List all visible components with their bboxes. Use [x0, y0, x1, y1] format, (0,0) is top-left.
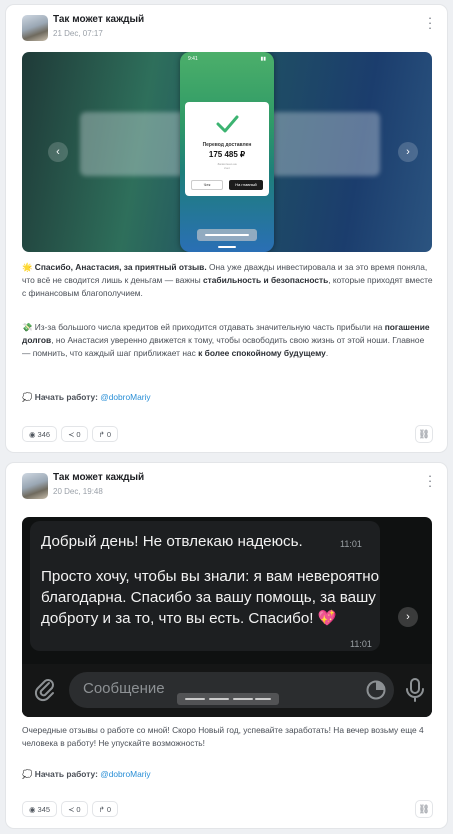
microphone-icon [406, 678, 424, 702]
shares-counter[interactable]: ≺ 0 [61, 426, 88, 442]
eye-icon: ◉ [29, 804, 36, 814]
post-paragraph: Очередные отзывы о работе со мной! Скоро… [22, 725, 424, 748]
start-work-label: Начать работу: [34, 392, 98, 402]
paragraph-bold: к более спокойному будущему [198, 348, 326, 358]
money-emoji: 💸 [22, 322, 33, 332]
post-stats: ◉ 346 ≺ 0 ↱ 0 [22, 426, 118, 442]
post-card: Так может каждый 21 Dec, 07:17 · · · 9:41 … [6, 5, 447, 452]
reposts-count: 0 [106, 804, 111, 814]
views-count: 345 [37, 804, 51, 814]
transfer-subtitle: Зачислено на счет [185, 162, 269, 170]
post-header: Так может каждый 21 Dec, 07:17 · · · [6, 5, 447, 49]
paragraph-bold: стабильность и безопасность [203, 275, 329, 285]
repost-icon: ↱ [98, 804, 105, 814]
post-paragraph: 🌟 Спасибо, Анастасия, за приятный отзыв.… [22, 261, 434, 300]
views-counter: ◉ 346 [22, 426, 58, 442]
post-stats: ◉ 345 ≺ 0 ↱ 0 [22, 801, 118, 817]
channel-avatar[interactable] [22, 15, 48, 41]
chat-message: Добрый день! Не отвлекаю надеюсь. [41, 533, 303, 550]
post-card: Так может каждый 20 Dec, 19:48 · · · Добры… [6, 463, 447, 828]
next-image-button[interactable]: › [398, 142, 418, 162]
post-header: Так может каждый 20 Dec, 19:48 · · · [6, 463, 447, 507]
post-image[interactable]: 9:41 ▮▮ Перевод доставлен 175 485 ₽ Зачи… [22, 52, 432, 252]
prev-image-button[interactable]: ‹ [48, 142, 68, 162]
share-icon: ≺ [68, 804, 75, 814]
phone-screenshot: 9:41 ▮▮ Перевод доставлен 175 485 ₽ Зачи… [180, 52, 274, 252]
start-work-label: Начать работу: [34, 769, 98, 779]
shares-counter[interactable]: ≺ 0 [61, 801, 88, 817]
post-date: 20 Dec, 19:48 [53, 487, 103, 496]
paragraph-text: . [325, 348, 329, 358]
sticker-icon [366, 680, 386, 700]
status-time: 9:41 [188, 56, 198, 62]
paragraph-lead: Спасибо, Анастасия, за приятный отзыв. [34, 262, 207, 272]
reposts-counter[interactable]: ↱ 0 [91, 426, 118, 442]
receipt-button: Чек [191, 180, 223, 190]
shares-count: 0 [76, 429, 81, 439]
link-icon[interactable]: ⛓ [415, 425, 433, 443]
paperclip-icon [34, 679, 54, 702]
chat-message: Просто хочу, чтобы вы знали: я вам невер… [41, 568, 380, 627]
reposts-counter[interactable]: ↱ 0 [91, 801, 118, 817]
status-bar: 9:41 ▮▮ [188, 56, 266, 62]
checkmark-icon [216, 115, 239, 133]
post-date: 21 Dec, 07:17 [53, 29, 103, 38]
more-options-icon[interactable]: · · · [427, 469, 433, 492]
chat-input-bar: Сообщение [22, 664, 432, 717]
channel-avatar[interactable] [22, 473, 48, 499]
message-placeholder: Сообщение [83, 680, 165, 697]
message-time: 11:01 [350, 639, 372, 649]
transfer-subtitle-line2: счет [224, 166, 230, 170]
shares-count: 0 [76, 804, 81, 814]
contact-link[interactable]: @dobroMariy [100, 769, 150, 779]
message-time: 11:01 [340, 539, 362, 549]
transfer-title: Перевод доставлен [202, 142, 252, 148]
more-options-icon[interactable]: · · · [427, 11, 433, 34]
home-button: На главный [229, 180, 263, 190]
link-icon[interactable]: ⛓ [415, 800, 433, 818]
share-icon: ≺ [68, 429, 75, 439]
battery-icon: ▮▮ [260, 56, 266, 62]
next-image-button[interactable]: › [398, 607, 418, 627]
thought-emoji: 💭 [22, 392, 33, 402]
channel-name[interactable]: Так может каждый [53, 472, 144, 483]
transfer-card: Перевод доставлен 175 485 ₽ Зачислено на… [185, 102, 269, 196]
eye-icon: ◉ [29, 429, 36, 439]
post-paragraph: 💸 Из-за большого числа кредитов ей прихо… [22, 321, 434, 360]
start-work-line: 💭 Начать работу: @dobroMariy [22, 392, 151, 403]
start-work-line: 💭 Начать работу: @dobroMariy [22, 769, 151, 780]
post-image[interactable]: Добрый день! Не отвлекаю надеюсь. 11:01 … [22, 517, 432, 717]
star-emoji: 🌟 [22, 262, 33, 272]
thought-emoji: 💭 [22, 769, 33, 779]
repost-icon: ↱ [98, 429, 105, 439]
paragraph-text: Из-за большого числа кредитов ей приходи… [32, 322, 385, 332]
gallery-indicator [177, 693, 279, 705]
gallery-indicator [197, 229, 257, 241]
home-indicator [218, 246, 236, 248]
transfer-amount: 175 485 ₽ [208, 150, 246, 159]
views-counter: ◉ 345 [22, 801, 58, 817]
reposts-count: 0 [106, 429, 111, 439]
views-count: 346 [37, 429, 51, 439]
channel-name[interactable]: Так может каждый [53, 14, 144, 25]
contact-link[interactable]: @dobroMariy [100, 392, 150, 402]
